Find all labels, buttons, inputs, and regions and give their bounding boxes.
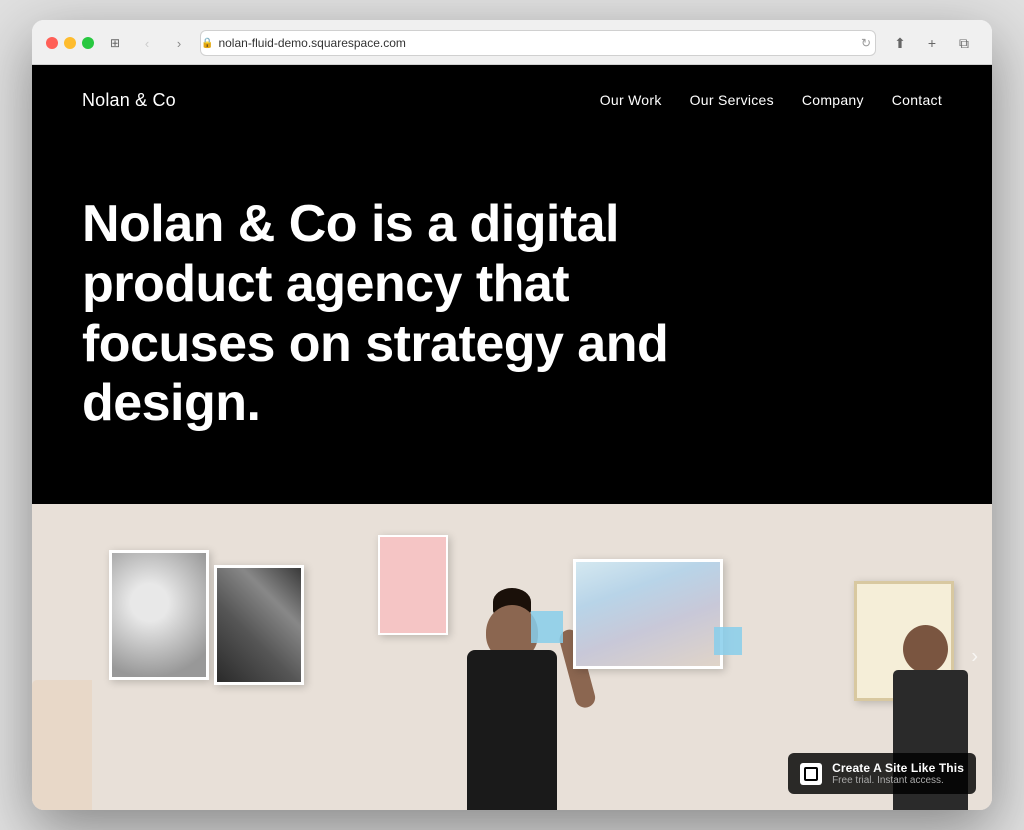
reload-button[interactable]: ↻ bbox=[861, 36, 871, 50]
person-left-body bbox=[32, 680, 92, 810]
browser-window: ⊞ ‹ › 🔒 nolan-fluid-demo.squarespace.com… bbox=[32, 20, 992, 810]
nav-company[interactable]: Company bbox=[802, 92, 864, 108]
next-arrow[interactable]: › bbox=[971, 646, 978, 669]
browser-chrome: ⊞ ‹ › 🔒 nolan-fluid-demo.squarespace.com… bbox=[32, 20, 992, 65]
nav-contact[interactable]: Contact bbox=[892, 92, 942, 108]
sticky-note-1 bbox=[531, 611, 563, 643]
browser-actions: ⬆ + ⧉ bbox=[886, 30, 978, 56]
squarespace-logo-icon bbox=[800, 763, 822, 785]
site-nav: Our Work Our Services Company Contact bbox=[600, 92, 942, 108]
nav-our-work[interactable]: Our Work bbox=[600, 92, 662, 108]
person-right-head bbox=[903, 625, 948, 673]
artwork-1-content bbox=[112, 553, 206, 677]
artwork-1 bbox=[109, 550, 209, 680]
photo-scene: › Create A Site Like This Free trial. In… bbox=[32, 504, 992, 810]
tabs-button[interactable]: ⧉ bbox=[950, 30, 978, 56]
url-text: nolan-fluid-demo.squarespace.com bbox=[218, 36, 405, 50]
traffic-lights bbox=[46, 37, 94, 49]
badge-sub-text: Free trial. Instant access. bbox=[832, 775, 964, 786]
site-header: Nolan & Co Our Work Our Services Company… bbox=[32, 65, 992, 135]
artwork-2 bbox=[214, 565, 304, 685]
share-button[interactable]: ⬆ bbox=[886, 30, 914, 56]
artwork-2-content bbox=[217, 568, 301, 682]
badge-text-block: Create A Site Like This Free trial. Inst… bbox=[832, 761, 964, 786]
website-content: Nolan & Co Our Work Our Services Company… bbox=[32, 65, 992, 810]
site-logo[interactable]: Nolan & Co bbox=[82, 90, 176, 111]
forward-button[interactable]: › bbox=[168, 32, 190, 54]
new-tab-button[interactable]: + bbox=[918, 30, 946, 56]
maximize-button[interactable] bbox=[82, 37, 94, 49]
badge-main-text: Create A Site Like This bbox=[832, 761, 964, 775]
artwork-4 bbox=[573, 559, 723, 669]
window-tile-icon[interactable]: ⊞ bbox=[104, 34, 126, 52]
squarespace-badge[interactable]: Create A Site Like This Free trial. Inst… bbox=[788, 753, 976, 794]
lock-icon: 🔒 bbox=[201, 38, 213, 49]
artwork-4-content bbox=[576, 562, 720, 666]
hero-title: Nolan & Co is a digital product agency t… bbox=[82, 195, 702, 434]
hero-section: Nolan & Co is a digital product agency t… bbox=[32, 135, 992, 504]
person-body bbox=[467, 650, 557, 810]
person-left-edge bbox=[32, 680, 92, 810]
sticky-note-2 bbox=[714, 627, 742, 655]
squarespace-logo-inner bbox=[804, 767, 818, 781]
address-bar[interactable]: 🔒 nolan-fluid-demo.squarespace.com ↻ bbox=[200, 30, 876, 56]
artwork-3 bbox=[378, 535, 448, 635]
browser-top-bar: ⊞ ‹ › 🔒 nolan-fluid-demo.squarespace.com… bbox=[46, 30, 978, 56]
nav-our-services[interactable]: Our Services bbox=[690, 92, 774, 108]
back-button[interactable]: ‹ bbox=[136, 32, 158, 54]
minimize-button[interactable] bbox=[64, 37, 76, 49]
close-button[interactable] bbox=[46, 37, 58, 49]
image-section: › Create A Site Like This Free trial. In… bbox=[32, 504, 992, 810]
